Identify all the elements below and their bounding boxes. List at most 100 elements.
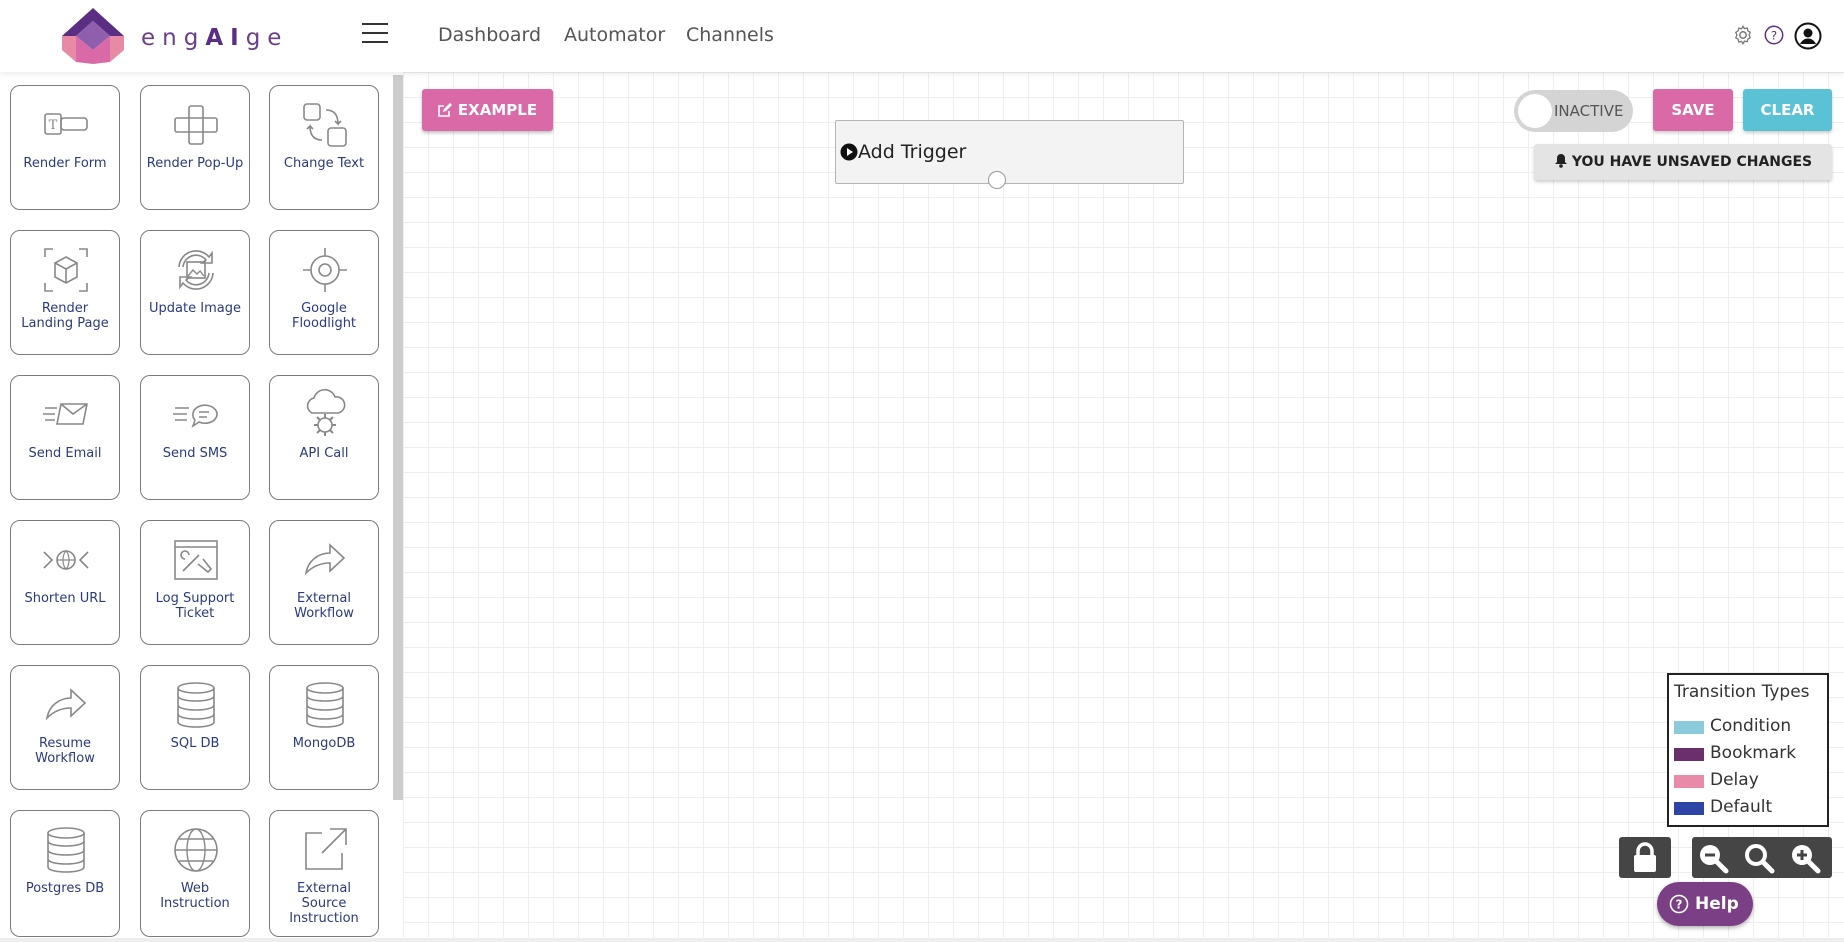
legend-swatch [1674,775,1704,788]
engaige-logo-icon [62,8,124,64]
tile-label: Render Pop-Up [146,156,244,171]
database-icon [177,682,215,728]
tile-label: Postgres DB [25,881,105,896]
lock-canvas-button[interactable] [1619,837,1671,878]
tile-external-source-instruction[interactable]: External Source Instruction [269,810,379,937]
active-toggle[interactable]: INACTIVE [1514,90,1633,132]
tile-label: Log Support Ticket [155,591,235,621]
bell-icon [1554,154,1567,168]
example-label: EXAMPLE [457,101,538,119]
legend-label: Condition [1710,716,1792,736]
bottom-edge [0,938,1844,942]
add-trigger-node[interactable]: Add Trigger [835,120,1184,184]
edit-icon [438,103,452,117]
tile-label: External Workflow [294,591,354,621]
tile-send-sms[interactable]: Send SMS [140,375,250,500]
floodlight-icon [303,248,347,292]
legend-label: Bookmark [1710,743,1797,763]
unsaved-changes-notice: YOU HAVE UNSAVED CHANGES [1534,144,1832,180]
tile-label: Google Floodlight [291,301,357,331]
forward-arrow-icon [45,688,87,721]
tile-label: Web Instruction [160,881,230,911]
app-root: engAIge Dashboard Automator Channels ? T… [0,0,1844,942]
tile-label: Send Email [28,446,102,461]
database-icon [306,682,344,728]
gear-icon[interactable] [1732,24,1754,46]
tile-render-form[interactable]: T Render Form [10,85,120,210]
nav-automator[interactable]: Automator [564,24,665,46]
tile-log-support-ticket[interactable]: Log Support Ticket [140,520,250,645]
tile-shorten-url[interactable]: Shorten URL [10,520,120,645]
user-avatar-icon[interactable] [1794,22,1822,50]
sms-icon [173,404,218,428]
tile-label: External Source Instruction [289,881,359,926]
tile-sql-db[interactable]: SQL DB [140,665,250,790]
forward-arrow-icon [304,543,346,576]
legend-swatch [1674,748,1704,761]
tile-label: Render Form [23,156,107,171]
tile-resume-workflow[interactable]: Resume Workflow [10,665,120,790]
svg-text:?: ? [1771,29,1777,43]
email-icon [43,403,88,425]
logo-wordmark: engAIge [141,25,289,51]
toggle-status-label: INACTIVE [1554,102,1624,120]
tile-label: SQL DB [170,736,220,751]
support-ticket-icon [174,540,218,580]
tile-external-workflow[interactable]: External Workflow [269,520,379,645]
tile-change-text[interactable]: Change Text [269,85,379,210]
legend-swatch [1674,721,1704,734]
example-button[interactable]: EXAMPLE [422,89,553,131]
help-circle-icon: ? [1669,894,1689,914]
help-circle-icon[interactable]: ? [1763,24,1785,46]
action-palette: T Render Form Render Pop-Up Change Text [0,72,392,942]
svg-text:T: T [49,118,58,133]
zoom-reset-icon[interactable] [1742,841,1776,875]
hamburger-line [362,23,388,25]
tile-google-floodlight[interactable]: Google Floodlight [269,230,379,355]
nav-dashboard[interactable]: Dashboard [438,24,541,46]
tile-label: MongoDB [292,736,356,751]
menu-toggle-button[interactable] [362,23,388,45]
tile-render-landing-page[interactable]: Render Landing Page [10,230,120,355]
zoom-out-icon[interactable] [1696,841,1730,875]
help-button[interactable]: ? Help [1657,882,1753,926]
legend-label: Default [1710,797,1773,817]
legend-title: Transition Types [1674,682,1810,702]
tile-label: Shorten URL [24,591,106,606]
update-image-icon [178,250,214,290]
form-icon: T [44,113,88,135]
globe-arrows-icon [43,550,89,570]
landing-page-icon [44,248,88,292]
tile-render-popup[interactable]: Render Pop-Up [140,85,250,210]
tile-api-call[interactable]: API Call [269,375,379,500]
tile-mongodb[interactable]: MongoDB [269,665,379,790]
unsaved-label: YOU HAVE UNSAVED CHANGES [1571,154,1813,170]
clear-button[interactable]: CLEAR [1743,89,1832,131]
popup-icon [174,105,218,145]
change-text-icon [303,103,347,147]
tile-label: Change Text [283,156,365,171]
zoom-in-icon[interactable] [1788,841,1822,875]
sidebar-scrollbar[interactable] [393,75,403,800]
database-icon [47,827,85,873]
globe-icon [174,828,218,872]
play-circle-icon [840,143,858,161]
save-button[interactable]: SAVE [1653,89,1733,131]
logo[interactable]: engAIge [0,0,346,72]
lock-icon [1634,842,1656,872]
tile-postgres-db[interactable]: Postgres DB [10,810,120,937]
tile-web-instruction[interactable]: Web Instruction [140,810,250,937]
nav-channels[interactable]: Channels [686,24,774,46]
tile-send-email[interactable]: Send Email [10,375,120,500]
workflow-canvas[interactable] [403,72,1844,942]
tile-update-image[interactable]: Update Image [140,230,250,355]
trigger-output-port[interactable] [988,171,1006,189]
api-cloud-icon [306,388,346,436]
top-header: engAIge Dashboard Automator Channels ? [0,0,1844,72]
legend-label: Delay [1710,770,1759,790]
tile-label: Send SMS [162,446,228,461]
external-link-icon [305,828,347,870]
transition-types-legend: Transition Types Condition Bookmark Dela… [1667,673,1829,827]
tile-label: Update Image [149,301,241,316]
tile-label: API Call [299,446,349,461]
